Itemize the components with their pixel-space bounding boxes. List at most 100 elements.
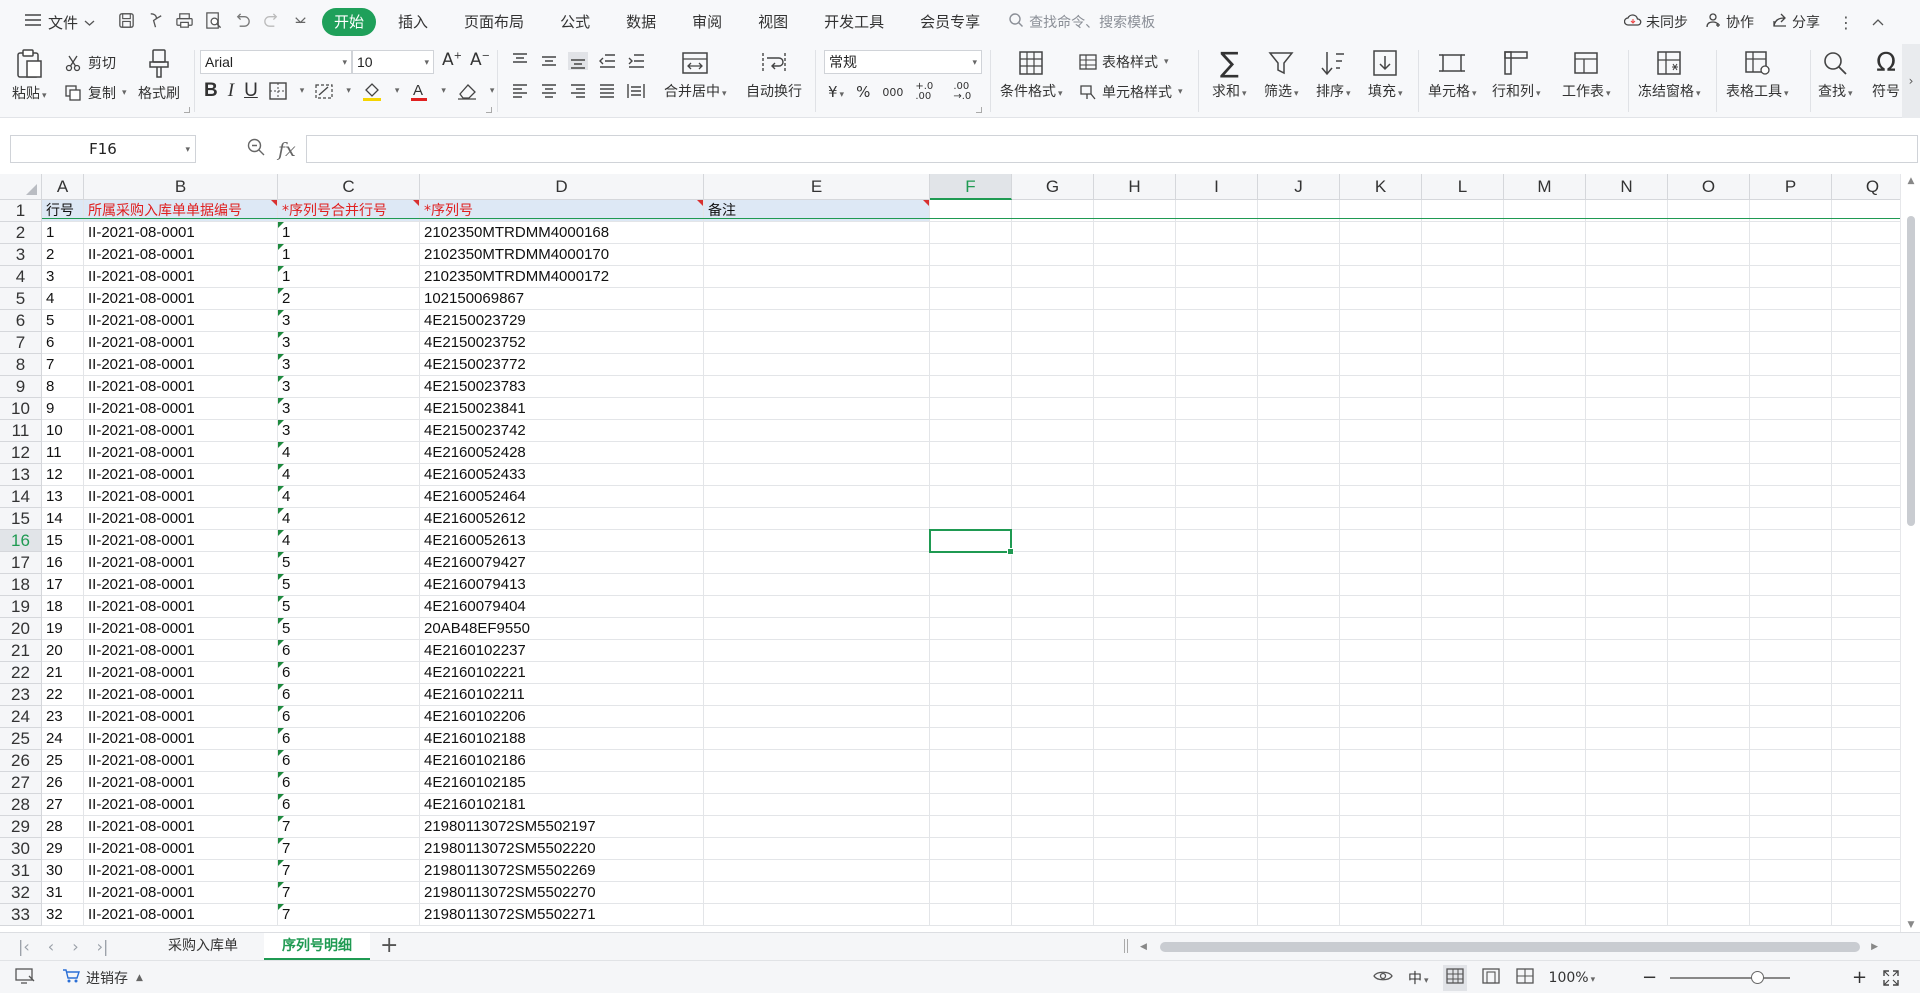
cell-d4[interactable]: 2102350MTRDMM4000172 [420, 266, 704, 288]
cell-m5[interactable] [1504, 288, 1586, 310]
cell-l15[interactable] [1422, 508, 1504, 530]
cell-i17[interactable] [1176, 552, 1258, 574]
cell-l22[interactable] [1422, 662, 1504, 684]
cell-j5[interactable] [1258, 288, 1340, 310]
cell-b5[interactable]: II-2021-08-0001 [84, 288, 278, 310]
align-middle-icon[interactable] [539, 52, 559, 70]
cell-j24[interactable] [1258, 706, 1340, 728]
cell-n24[interactable] [1586, 706, 1668, 728]
cell-e5[interactable] [704, 288, 930, 310]
tab-member[interactable]: 会员专享 [902, 8, 998, 36]
cell-p18[interactable] [1750, 574, 1832, 596]
cell-d16[interactable]: 4E2160052613 [420, 530, 704, 552]
cell-p25[interactable] [1750, 728, 1832, 750]
cell-i10[interactable] [1176, 398, 1258, 420]
cell-j32[interactable] [1258, 882, 1340, 904]
scroll-down-icon[interactable]: ▼ [1901, 920, 1920, 930]
cell-f12[interactable] [930, 442, 1012, 464]
cell-j23[interactable] [1258, 684, 1340, 706]
cell-c30[interactable]: 7 [278, 838, 420, 860]
cell-p3[interactable] [1750, 244, 1832, 266]
cell-e18[interactable] [704, 574, 930, 596]
cell-b14[interactable]: II-2021-08-0001 [84, 486, 278, 508]
cell-d7[interactable]: 4E2150023752 [420, 332, 704, 354]
row-header[interactable]: 4 [0, 266, 42, 288]
cell-g7[interactable] [1012, 332, 1094, 354]
cell-p26[interactable] [1750, 750, 1832, 772]
thousands-separator-button[interactable]: 000 [882, 86, 903, 99]
cell-j21[interactable] [1258, 640, 1340, 662]
cell-d32[interactable]: 21980113072SM5502270 [420, 882, 704, 904]
cell-b22[interactable]: II-2021-08-0001 [84, 662, 278, 684]
cell-m11[interactable] [1504, 420, 1586, 442]
percent-button[interactable]: % [856, 83, 870, 101]
cell-h15[interactable] [1094, 508, 1176, 530]
cell-a3[interactable]: 2 [42, 244, 84, 266]
cell-g14[interactable] [1012, 486, 1094, 508]
cell-l25[interactable] [1422, 728, 1504, 750]
cell-g31[interactable] [1012, 860, 1094, 882]
cell-b20[interactable]: II-2021-08-0001 [84, 618, 278, 640]
row-header[interactable]: 8 [0, 354, 42, 376]
cell-c2[interactable]: 1 [278, 222, 420, 244]
cell-b2[interactable]: II-2021-08-0001 [84, 222, 278, 244]
cell-i4[interactable] [1176, 266, 1258, 288]
cell-k11[interactable] [1340, 420, 1422, 442]
cell-p12[interactable] [1750, 442, 1832, 464]
cell-n31[interactable] [1586, 860, 1668, 882]
cell-h16[interactable] [1094, 530, 1176, 552]
cell-k23[interactable] [1340, 684, 1422, 706]
cell-h32[interactable] [1094, 882, 1176, 904]
cell-a8[interactable]: 7 [42, 354, 84, 376]
cell-h12[interactable] [1094, 442, 1176, 464]
cell-h18[interactable] [1094, 574, 1176, 596]
cell-m25[interactable] [1504, 728, 1586, 750]
cell-f32[interactable] [930, 882, 1012, 904]
cell-g5[interactable] [1012, 288, 1094, 310]
cell-d33[interactable]: 21980113072SM5502271 [420, 904, 704, 926]
cell-n29[interactable] [1586, 816, 1668, 838]
cell-o27[interactable] [1668, 772, 1750, 794]
cell-n12[interactable] [1586, 442, 1668, 464]
cell-o9[interactable] [1668, 376, 1750, 398]
cell-k21[interactable] [1340, 640, 1422, 662]
tab-formulas[interactable]: 公式 [542, 8, 608, 36]
cell-g18[interactable] [1012, 574, 1094, 596]
zoom-level[interactable]: 100% ▾ [1549, 970, 1596, 986]
cell-h4[interactable] [1094, 266, 1176, 288]
cell-b7[interactable]: II-2021-08-0001 [84, 332, 278, 354]
column-header-i[interactable]: I [1176, 174, 1258, 200]
page-break-view-icon[interactable] [1515, 967, 1535, 989]
cell-h24[interactable] [1094, 706, 1176, 728]
cell-g4[interactable] [1012, 266, 1094, 288]
cell-n7[interactable] [1586, 332, 1668, 354]
border-icon[interactable] [268, 81, 288, 101]
tab-home[interactable]: 开始 [322, 8, 377, 36]
cell-b29[interactable]: II-2021-08-0001 [84, 816, 278, 838]
row-header[interactable]: 14 [0, 486, 42, 508]
cell-k10[interactable] [1340, 398, 1422, 420]
row-header[interactable]: 2 [0, 222, 42, 244]
zoom-slider-knob[interactable] [1751, 971, 1764, 984]
cell-j4[interactable] [1258, 266, 1340, 288]
align-right-icon[interactable] [568, 82, 588, 100]
cell-e30[interactable] [704, 838, 930, 860]
cell-h8[interactable] [1094, 354, 1176, 376]
cell-a28[interactable]: 27 [42, 794, 84, 816]
cell-c6[interactable]: 3 [278, 310, 420, 332]
paste-button[interactable]: 粘贴 ▾ [12, 48, 47, 103]
cell-a27[interactable]: 26 [42, 772, 84, 794]
cell-c3[interactable]: 1 [278, 244, 420, 266]
cell-m23[interactable] [1504, 684, 1586, 706]
cell-e13[interactable] [704, 464, 930, 486]
cell-m32[interactable] [1504, 882, 1586, 904]
cell-f17[interactable] [930, 552, 1012, 574]
cell-n18[interactable] [1586, 574, 1668, 596]
cell-o7[interactable] [1668, 332, 1750, 354]
cell-i15[interactable] [1176, 508, 1258, 530]
increase-decimal-button[interactable]: +.0 .00 [915, 82, 941, 102]
row-header[interactable]: 23 [0, 684, 42, 706]
cell-f25[interactable] [930, 728, 1012, 750]
cell-f15[interactable] [930, 508, 1012, 530]
cell-e29[interactable] [704, 816, 930, 838]
